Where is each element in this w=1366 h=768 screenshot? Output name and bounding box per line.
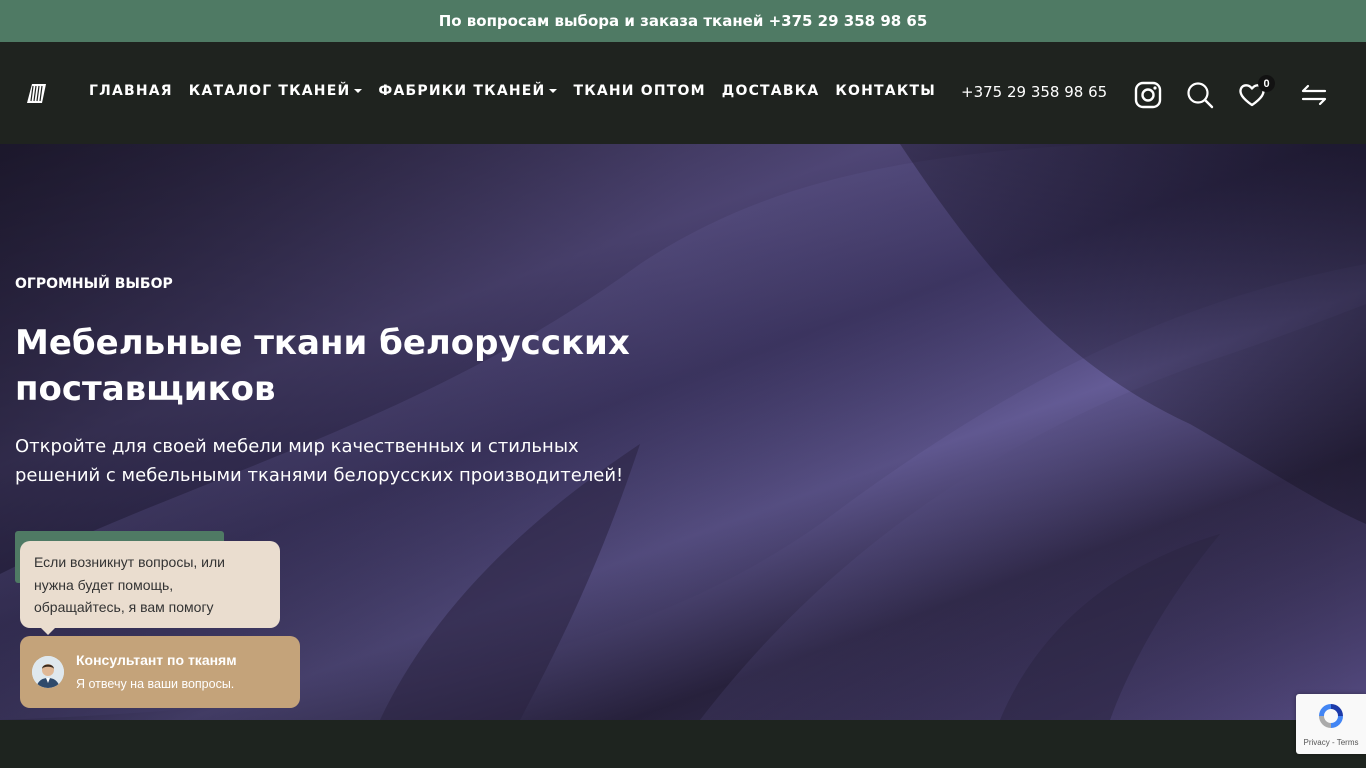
recaptcha-icon [1319,704,1343,728]
consultant-avatar-icon [32,656,64,688]
hero-description: Откройте для своей мебели мир качественн… [15,436,624,486]
nav-label: ФАБРИКИ ТКАНЕЙ [378,83,546,99]
announcement-text: По вопросам выбора и заказа тканей +375 … [438,12,928,30]
favorites-count-badge: 0 [1258,75,1275,92]
search-icon[interactable] [1185,80,1215,110]
nav-item-factories[interactable]: ФАБРИКИ ТКАНЕЙ [378,83,558,99]
nav-item-delivery[interactable]: ДОСТАВКА [722,83,820,99]
nav-label: ДОСТАВКА [721,83,820,99]
recaptcha-badge[interactable]: Privacy - Terms [1296,694,1366,754]
avatar [32,656,64,688]
hero-eyebrow: ОГРОМНЫЙ ВЫБОР [15,276,173,292]
nav-label: КАТАЛОГ ТКАНЕЙ [188,83,351,99]
nav-label: КОНТАКТЫ [835,83,936,99]
nav-label: ГЛАВНАЯ [89,83,173,99]
instagram-icon[interactable] [1133,80,1163,110]
chat-prompt-bubble[interactable]: Если возникнут вопросы, или нужна будет … [20,541,280,628]
nav-item-home[interactable]: ГЛАВНАЯ [89,83,173,99]
nav-item-contacts[interactable]: КОНТАКТЫ [835,83,936,99]
hero-title: Мебельные ткани белорусских поставщиков [15,323,630,409]
compare-icon[interactable] [1299,80,1329,110]
site-header: ГЛАВНАЯ КАТАЛОГ ТКАНЕЙ ФАБРИКИ ТКАНЕЙ ТК… [0,42,1366,144]
caret-down-icon [549,89,558,93]
nav-item-wholesale[interactable]: ТКАНИ ОПТОМ [573,83,705,99]
nav-item-catalog[interactable]: КАТАЛОГ ТКАНЕЙ [189,83,363,99]
recaptcha-links[interactable]: Privacy - Terms [1296,738,1366,747]
logo-icon[interactable] [24,82,48,106]
chat-widget-subtitle: Я отвечу на ваши вопросы. [76,677,235,691]
caret-down-icon [354,89,363,93]
main-nav: ГЛАВНАЯ КАТАЛОГ ТКАНЕЙ ФАБРИКИ ТКАНЕЙ ТК… [89,83,952,99]
header-phone-link[interactable]: +375 29 358 98 65 [961,83,1107,101]
chat-consultant-widget[interactable]: Консультант по тканям Я отвечу на ваши в… [20,636,300,708]
nav-label: ТКАНИ ОПТОМ [573,83,706,99]
chat-prompt-text: Если возникнут вопросы, или нужна будет … [34,554,225,615]
top-announcement-bar: По вопросам выбора и заказа тканей +375 … [0,0,1366,42]
hero-banner: ОГРОМНЫЙ ВЫБОР Мебельные ткани белорусск… [0,144,1366,720]
chat-widget-title: Консультант по тканям [76,652,237,668]
chat-bubble-tail [40,627,56,635]
